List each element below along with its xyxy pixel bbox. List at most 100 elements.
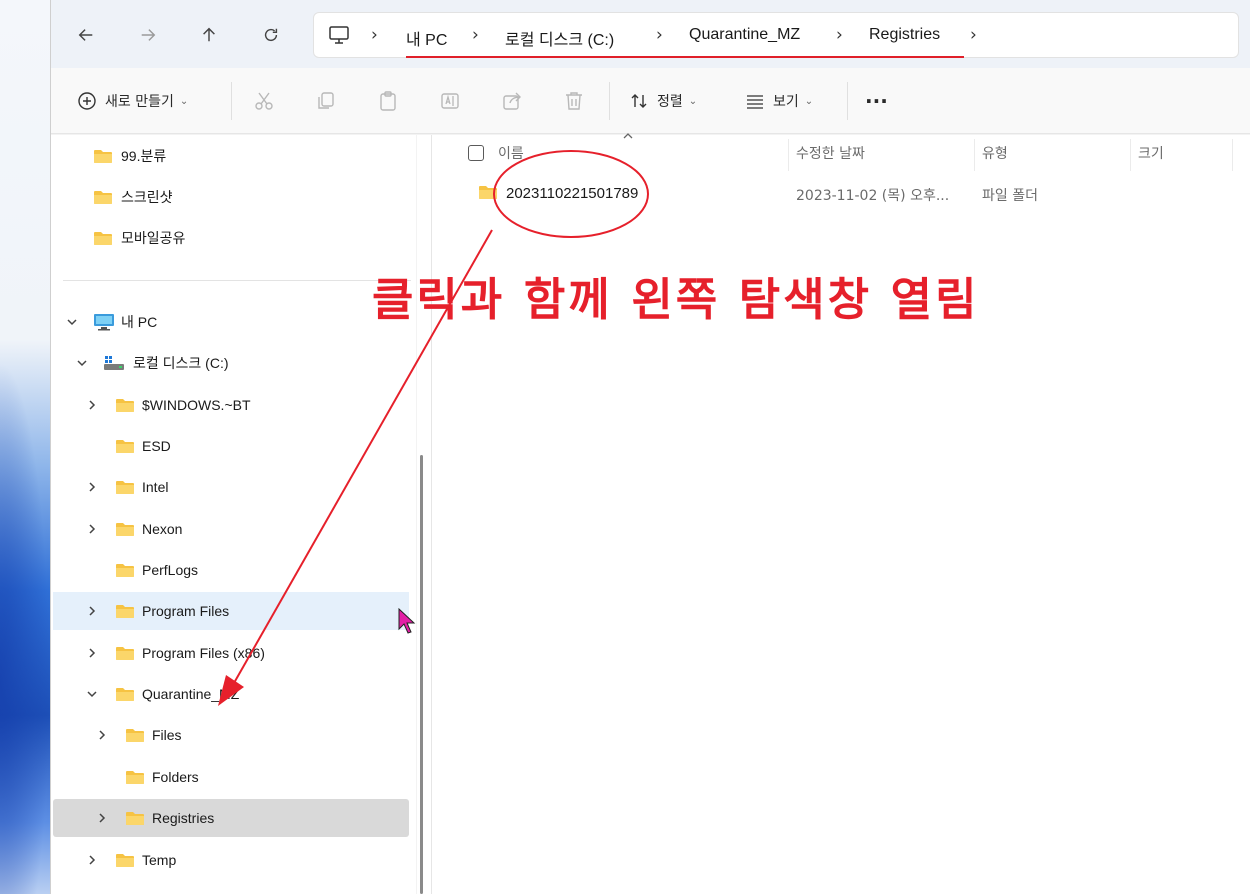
column-divider[interactable]	[788, 139, 789, 171]
file-name: 20231102215017‍89	[506, 185, 639, 202]
column-header-name[interactable]: 이름	[498, 143, 524, 163]
nav-item-label: Nexon	[142, 521, 183, 537]
chevron-right-icon[interactable]	[85, 646, 99, 660]
computer-icon	[329, 26, 349, 44]
chevron-right-icon[interactable]	[85, 480, 99, 494]
column-header-date[interactable]: 수정한 날짜	[796, 143, 865, 163]
chevron-right-icon[interactable]	[95, 728, 109, 742]
column-divider[interactable]	[974, 139, 975, 171]
list-view-icon	[747, 95, 763, 109]
chevron-down-icon[interactable]	[85, 687, 99, 701]
breadcrumb-registries[interactable]: Registries	[869, 26, 940, 44]
back-button[interactable]	[73, 22, 99, 48]
sort-arrows-icon	[631, 94, 647, 108]
nav-item-windows-bt[interactable]: $WINDOWS.~BT	[53, 386, 409, 424]
chevron-right-icon: ›	[656, 25, 663, 45]
folder-icon	[116, 481, 134, 494]
folder-icon	[479, 186, 497, 199]
more-icon: ···	[865, 89, 888, 113]
breadcrumb-this-pc[interactable]: 내 PC	[406, 26, 447, 50]
chevron-down-icon: ⌄	[804, 95, 814, 107]
column-divider[interactable]	[1130, 139, 1131, 171]
nav-item-quick-99[interactable]: 99.분류	[53, 137, 409, 175]
column-header-type[interactable]: 유형	[982, 143, 1008, 163]
new-button[interactable]: 새로 만들기 ⌄	[77, 88, 188, 114]
folder-icon	[94, 191, 112, 204]
nav-item-esd[interactable]: ESD	[53, 427, 409, 465]
delete-icon[interactable]	[563, 90, 585, 112]
chevron-right-icon: ›	[371, 25, 378, 45]
nav-item-label: Quarantine_MZ	[142, 686, 240, 702]
cut-icon[interactable]	[253, 90, 275, 112]
folder-icon	[116, 523, 134, 536]
nav-item-program-files-x86[interactable]: Program Files (x86)	[53, 634, 409, 672]
folder-icon	[116, 399, 134, 412]
folder-icon	[94, 232, 112, 245]
rename-icon[interactable]	[439, 90, 461, 112]
folder-icon	[126, 812, 144, 825]
nav-scrollbar-thumb[interactable]	[420, 455, 423, 894]
folder-icon	[126, 771, 144, 784]
chevron-right-icon[interactable]	[85, 853, 99, 867]
nav-item-label: Folders	[152, 769, 199, 785]
copy-icon[interactable]	[315, 90, 337, 112]
forward-button[interactable]	[135, 22, 161, 48]
monitor-icon	[94, 314, 114, 331]
share-icon[interactable]	[501, 90, 523, 112]
chevron-right-icon[interactable]	[85, 398, 99, 412]
paste-icon[interactable]	[377, 90, 399, 112]
arrow-right-icon	[141, 29, 156, 41]
nav-item-label: Registries	[152, 810, 215, 826]
nav-item-files[interactable]: Files	[53, 716, 409, 754]
nav-item-nexon[interactable]: Nexon	[53, 510, 409, 548]
nav-item-quick-mobile[interactable]: 모바일공유	[53, 219, 409, 257]
chevron-down-icon: ⌄	[179, 95, 189, 107]
up-button[interactable]	[196, 22, 222, 48]
chevron-down-icon[interactable]	[75, 356, 89, 370]
nav-item-perflogs[interactable]: PerfLogs	[53, 551, 409, 589]
nav-item-program-files[interactable]: Program Files	[53, 592, 409, 630]
folder-icon	[116, 688, 134, 701]
nav-item-quarantine[interactable]: Quarantine_MZ	[53, 675, 409, 713]
file-row[interactable]: 20231102215017‍89 2023-11-02 (목) 오후... 파…	[452, 173, 1212, 211]
view-button[interactable]: 보기 ⌄	[745, 88, 813, 114]
nav-item-quick-screenshots[interactable]: 스크린샷	[53, 178, 409, 216]
chevron-right-icon[interactable]	[95, 811, 109, 825]
breadcrumb-quarantine[interactable]: Quarantine_MZ	[689, 26, 800, 44]
nav-item-folders[interactable]: Folders	[53, 758, 409, 796]
plus-circle-icon	[78, 92, 96, 110]
nav-item-local-disk[interactable]: 로컬 디스크 (C:)	[53, 344, 409, 382]
sort-button[interactable]: 정렬 ⌄	[629, 88, 697, 114]
view-button-label: 보기	[773, 94, 799, 110]
refresh-icon	[264, 28, 278, 42]
folder-icon	[94, 150, 112, 163]
nav-item-this-pc[interactable]: 내 PC	[53, 303, 409, 341]
folder-icon	[116, 647, 134, 660]
address-bar[interactable]: › 내 PC › 로컬 디스크 (C:) › Quarantine_MZ › R…	[313, 12, 1239, 58]
column-divider[interactable]	[1232, 139, 1233, 171]
nav-item-intel[interactable]: Intel	[53, 468, 409, 506]
chevron-down-icon[interactable]	[65, 315, 79, 329]
nav-item-temp[interactable]: Temp	[53, 841, 409, 879]
nav-item-label: Program Files	[142, 603, 230, 619]
nav-divider	[63, 280, 411, 281]
file-explorer-window: › 내 PC › 로컬 디스크 (C:) › Quarantine_MZ › R…	[50, 0, 1250, 894]
select-all-checkbox[interactable]	[468, 145, 484, 161]
chevron-right-icon: ›	[836, 25, 843, 45]
nav-item-label: 모바일공유	[121, 230, 186, 246]
nav-item-label: PerfLogs	[142, 562, 199, 578]
nav-item-registries[interactable]: Registries	[53, 799, 409, 837]
folder-icon	[116, 440, 134, 453]
breadcrumb-local-disk[interactable]: 로컬 디스크 (C:)	[505, 26, 614, 50]
more-options-button[interactable]: ···	[865, 88, 888, 114]
nav-item-label: $WINDOWS.~BT	[142, 397, 251, 413]
annotation-caption: 클릭과 함께 왼쪽 탐색창 열림	[372, 273, 980, 326]
command-bar: 새로 만들기 ⌄ 정렬 ⌄ 보기 ⌄ ···	[51, 68, 1250, 134]
chevron-right-icon[interactable]	[85, 604, 99, 618]
folder-icon	[126, 729, 144, 742]
chevron-right-icon: ›	[970, 25, 977, 45]
column-header-size[interactable]: 크기	[1138, 143, 1164, 163]
refresh-button[interactable]	[258, 22, 284, 48]
navigation-pane: 99.분류 스크린샷 모바일공유 내 PC 로컬 디스크 (C:) $WINDO…	[51, 135, 416, 894]
chevron-right-icon[interactable]	[85, 522, 99, 536]
